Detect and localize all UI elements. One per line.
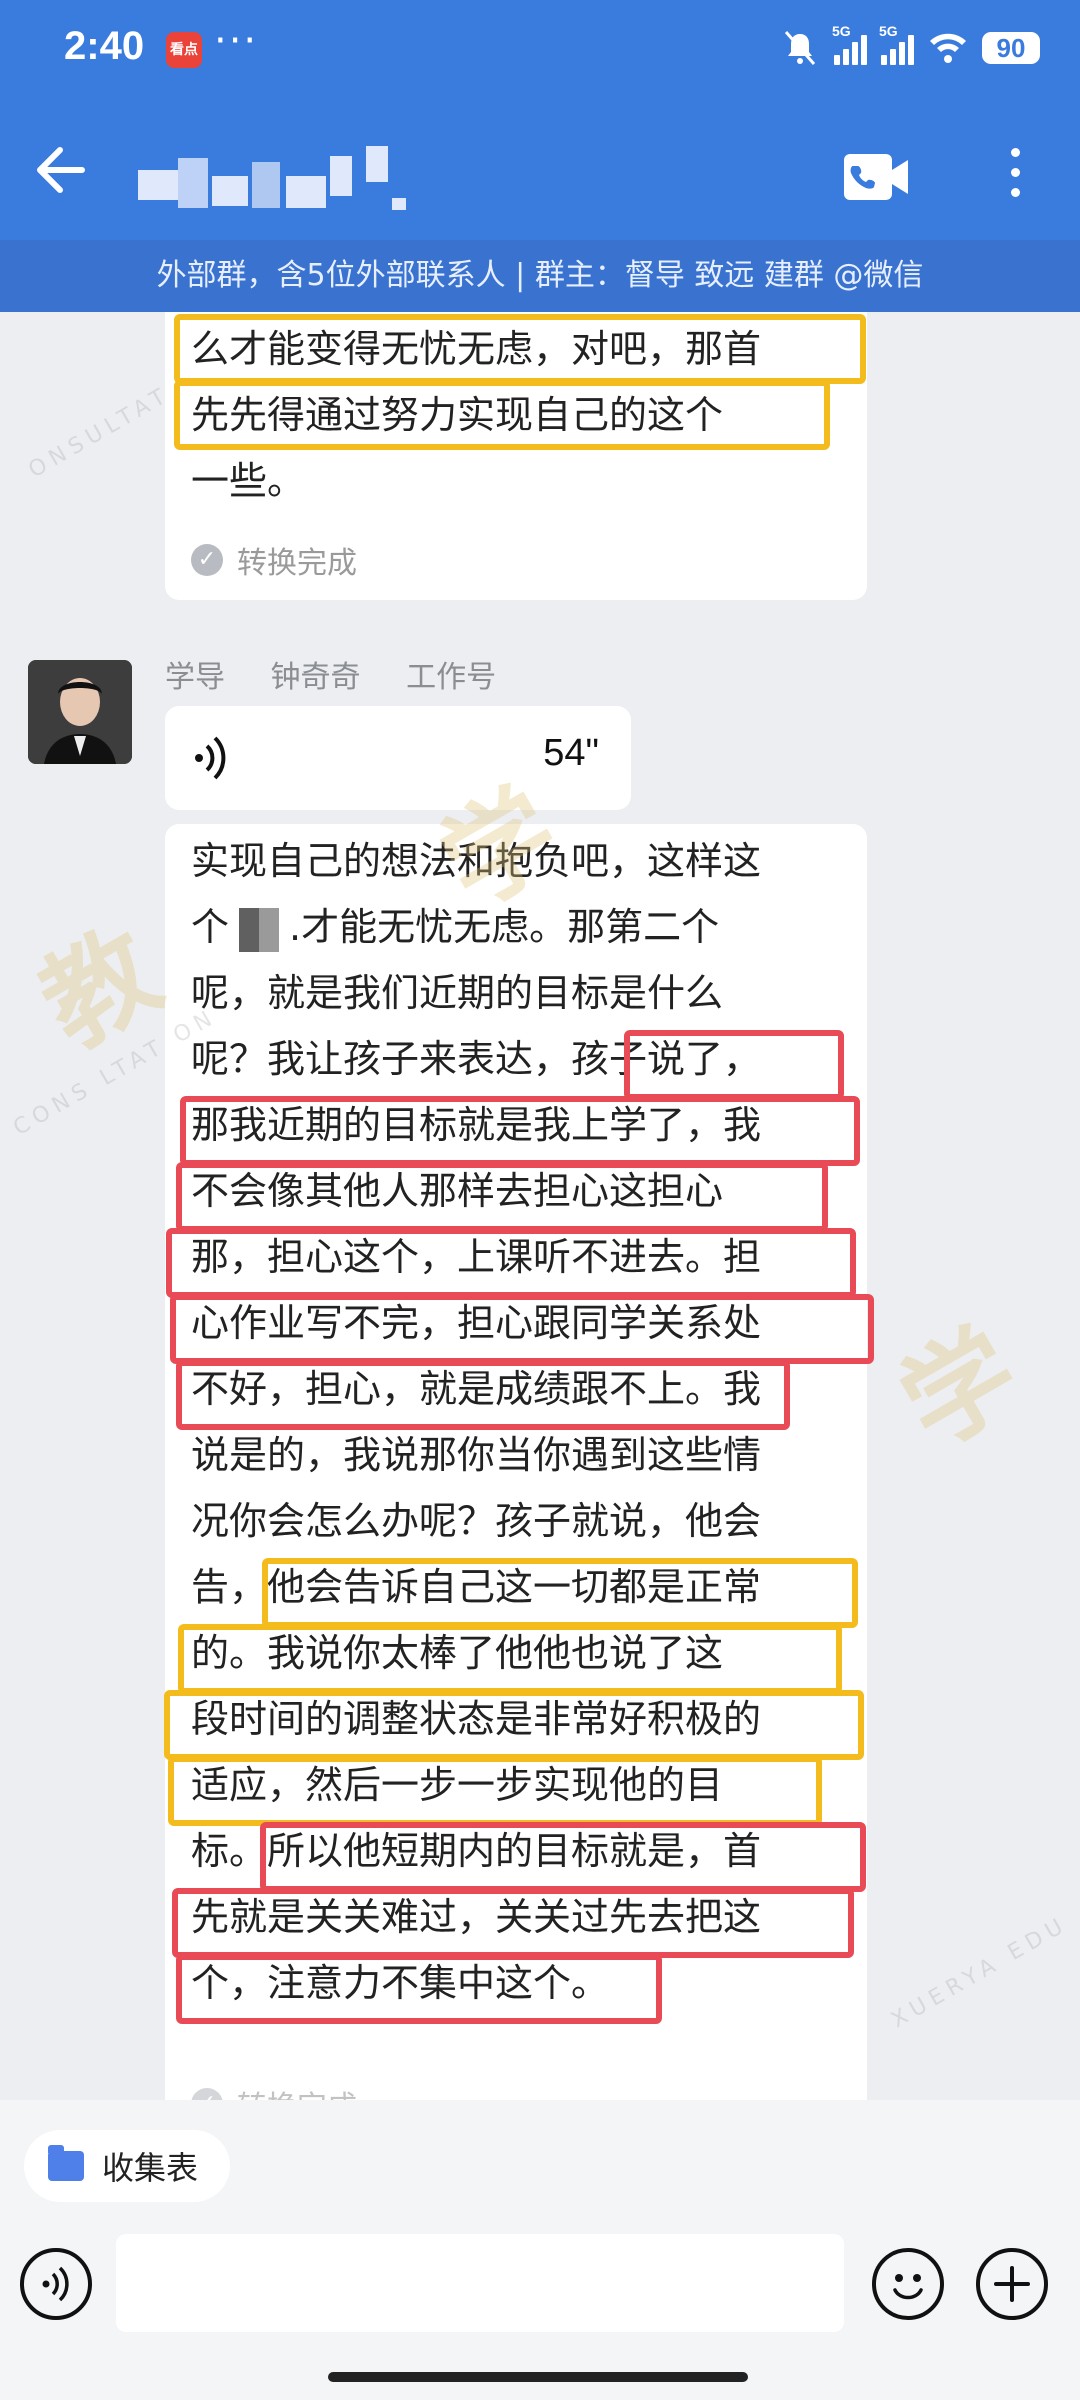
highlight-box-yellow — [164, 1690, 864, 1760]
avatar[interactable] — [28, 660, 132, 764]
conversion-status: ✓ 转换完成 — [191, 538, 357, 582]
more-vert-icon[interactable] — [995, 148, 1035, 208]
status-time: 2:40 — [64, 24, 145, 68]
signal-icon: 5G — [879, 23, 914, 65]
app-header: 2:40 看点 ··· 5G 5G 90 外部群，含5位外部联系人 | 群主：督… — [0, 0, 1080, 312]
message-line: 一些。 — [191, 459, 306, 503]
collect-form-label: 收集表 — [102, 2149, 199, 2187]
message-input[interactable] — [116, 2234, 844, 2332]
highlight-box-red — [260, 1822, 866, 1892]
message-line: 呢，就是我们近期的目标是什么 — [191, 971, 724, 1015]
highlight-box-yellow — [262, 1558, 858, 1628]
chat-title-obscured — [130, 136, 430, 216]
group-info-bar: 外部群，含5位外部联系人 | 群主：督导 致远 建群 @微信 — [0, 240, 1080, 312]
status-bar: 2:40 看点 ··· 5G 5G 90 — [0, 0, 1080, 100]
home-indicator[interactable] — [328, 2372, 748, 2382]
voice-wave-icon — [195, 736, 226, 780]
highlight-box-red — [170, 1294, 874, 1364]
highlight-box-red — [176, 1954, 662, 2024]
conversion-status-label: 转换完成 — [237, 546, 357, 581]
highlight-box-red — [176, 1162, 828, 1232]
status-overflow: ··· — [214, 18, 259, 64]
highlight-box-yellow — [178, 1624, 842, 1694]
highlight-box-red — [176, 1360, 790, 1430]
message-line: 况你会怎么办呢？孩子就说，他会 — [191, 1499, 762, 1543]
nav-row — [0, 110, 1080, 240]
highlight-box-yellow — [174, 380, 830, 450]
highlight-box-red — [624, 1030, 844, 1100]
check-icon: ✓ — [191, 544, 223, 576]
highlight-box-yellow — [168, 1756, 822, 1826]
watermark: ONSULTAT — [24, 381, 176, 484]
highlight-box-red — [166, 1228, 856, 1298]
folder-icon — [48, 2145, 84, 2181]
watermark: XUERYA EDU — [887, 1911, 1073, 2034]
message-line: 个 .才能无忧无虑。那第二个 — [191, 894, 719, 960]
signal-icon: 5G — [832, 23, 867, 65]
wifi-icon — [930, 33, 966, 63]
message-line: 实现自己的想法和抱负吧，这样这 — [191, 839, 762, 883]
highlight-box-red — [172, 1888, 854, 1958]
highlight-box-yellow — [174, 314, 866, 384]
emoji-icon[interactable] — [872, 2248, 944, 2320]
message-line: 说是的，我说那你当你遇到这些情 — [191, 1433, 762, 1477]
watermark: 教 — [20, 905, 180, 1072]
voice-message[interactable]: 54" — [165, 706, 631, 810]
back-arrow-icon[interactable] — [30, 140, 90, 200]
app-notification-icon: 看点 — [166, 32, 202, 68]
video-call-icon[interactable] — [842, 152, 910, 204]
sender-name: 学导 钟奇奇 工作号 — [165, 660, 497, 695]
highlight-box-red — [180, 1096, 860, 1166]
voice-duration: 54" — [543, 732, 599, 774]
voice-input-icon[interactable] — [20, 2248, 92, 2320]
input-row — [0, 2228, 1080, 2338]
mute-icon — [784, 31, 816, 65]
redacted-mosaic — [239, 907, 280, 952]
battery-indicator: 90 — [982, 32, 1040, 64]
status-right: 5G 5G 90 — [780, 23, 1040, 68]
collect-form-chip[interactable]: 收集表 — [24, 2130, 231, 2202]
plus-icon[interactable] — [976, 2248, 1048, 2320]
watermark: 学 — [880, 1305, 1040, 1472]
